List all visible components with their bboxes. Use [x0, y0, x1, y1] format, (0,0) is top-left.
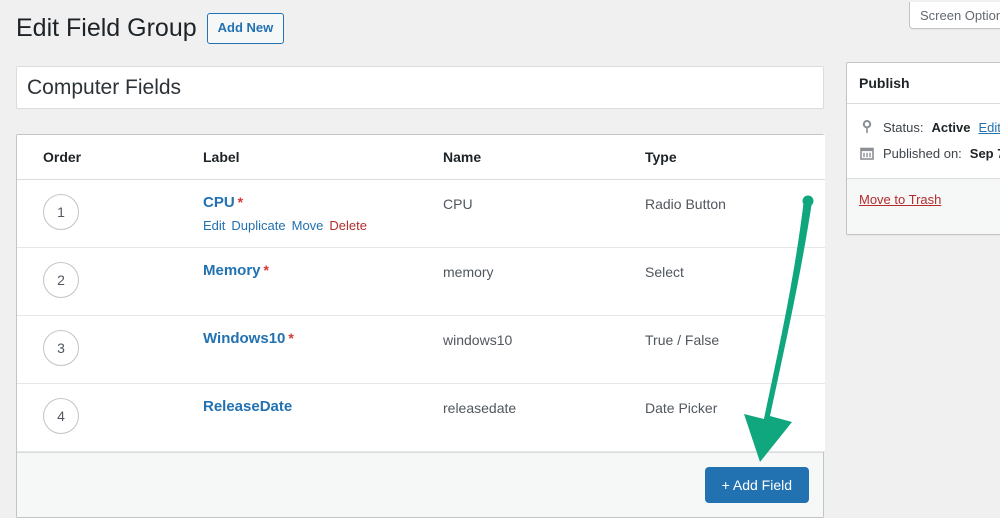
publish-status-value: Active: [931, 120, 970, 135]
required-asterisk: *: [238, 194, 243, 210]
field-type-value: Select: [645, 262, 815, 280]
table-row[interactable]: 1 CPU* EditDuplicateMoveDelete CPU Radio…: [17, 180, 825, 248]
row-action-edit[interactable]: Edit: [203, 218, 225, 233]
fields-table-footer: + Add Field: [17, 452, 823, 517]
name-cell: windows10: [433, 316, 635, 384]
field-name-value: memory: [443, 262, 625, 280]
table-row[interactable]: 2 Memory* EditDuplicateMoveDelete memory…: [17, 248, 825, 316]
calendar-icon: [859, 145, 875, 161]
label-cell: Memory* EditDuplicateMoveDelete: [193, 248, 433, 316]
field-name-value: releasedate: [443, 398, 625, 416]
field-label-link[interactable]: Windows10: [203, 330, 285, 347]
required-asterisk: *: [264, 262, 269, 278]
publish-panel-body: Status: Active Edit Published on: Sep 7: [847, 104, 1000, 178]
order-cell: 1: [17, 180, 193, 248]
column-header-order: Order: [17, 135, 193, 180]
row-action-move[interactable]: Move: [292, 218, 324, 233]
field-type-value: Radio Button: [645, 194, 815, 212]
field-name-value: CPU: [443, 194, 625, 212]
field-type-value: Date Picker: [645, 398, 815, 416]
publish-status-row: Status: Active Edit: [859, 114, 1000, 140]
row-actions: Edit Duplicate Move Delete: [203, 218, 423, 233]
type-cell: Radio Button: [635, 180, 825, 248]
screen-options-label: Screen Options: [920, 8, 1000, 23]
add-field-button[interactable]: + Add Field: [705, 467, 809, 503]
publish-status-label: Status:: [883, 120, 923, 135]
field-type-value: True / False: [645, 330, 815, 348]
screen-options-tab[interactable]: Screen Options: [909, 2, 1000, 29]
column-header-name: Name: [433, 135, 635, 180]
field-group-fields-panel: Order Label Name Type 1 CPU* EditDuplica…: [16, 134, 824, 518]
type-cell: True / False: [635, 316, 825, 384]
name-cell: CPU: [433, 180, 635, 248]
label-cell: CPU* Edit Duplicate Move Delete: [193, 180, 433, 248]
order-cell: 4: [17, 384, 193, 452]
order-badge[interactable]: 4: [43, 398, 79, 434]
required-asterisk: *: [288, 330, 293, 346]
publish-panel: Publish Status: Active Edit: [846, 62, 1000, 235]
row-action-delete[interactable]: Delete: [329, 218, 367, 233]
field-label-link[interactable]: ReleaseDate: [203, 398, 292, 415]
publish-date-row: Published on: Sep 7: [859, 140, 1000, 166]
label-cell: ReleaseDate EditDuplicateMoveDelete: [193, 384, 433, 452]
fields-table-body: 1 CPU* EditDuplicateMoveDelete CPU Radio…: [17, 180, 825, 452]
order-badge[interactable]: 3: [43, 330, 79, 366]
fields-table: Order Label Name Type 1 CPU* EditDuplica…: [17, 135, 825, 452]
add-new-button[interactable]: Add New: [207, 13, 285, 44]
move-to-trash-link[interactable]: Move to Trash: [859, 192, 941, 207]
type-cell: Select: [635, 248, 825, 316]
field-label-link[interactable]: CPU: [203, 194, 235, 211]
label-cell: Windows10* EditDuplicateMoveDelete: [193, 316, 433, 384]
name-cell: memory: [433, 248, 635, 316]
fields-table-head: Order Label Name Type: [17, 135, 825, 180]
column-header-type: Type: [635, 135, 825, 180]
publish-panel-footer: Move to Trash: [847, 178, 1000, 234]
type-cell: Date Picker: [635, 384, 825, 452]
order-badge[interactable]: 2: [43, 262, 79, 298]
order-cell: 3: [17, 316, 193, 384]
table-row[interactable]: 4 ReleaseDate EditDuplicateMoveDelete re…: [17, 384, 825, 452]
name-cell: releasedate: [433, 384, 635, 452]
row-action-duplicate[interactable]: Duplicate: [231, 218, 285, 233]
publish-status-edit-link[interactable]: Edit: [979, 120, 1000, 135]
table-header-row: Order Label Name Type: [17, 135, 825, 180]
page-header: Edit Field Group Add New: [16, 12, 284, 45]
publish-panel-heading: Publish: [847, 63, 1000, 104]
publish-date-label: Published on:: [883, 146, 962, 161]
table-row[interactable]: 3 Windows10* EditDuplicateMoveDelete win…: [17, 316, 825, 384]
order-cell: 2: [17, 248, 193, 316]
order-badge[interactable]: 1: [43, 194, 79, 230]
page-title: Edit Field Group: [16, 12, 197, 45]
field-name-value: windows10: [443, 330, 625, 348]
field-group-title-input[interactable]: [16, 66, 824, 109]
publish-date-value: Sep 7: [970, 146, 1000, 161]
field-label-link[interactable]: Memory: [203, 262, 261, 279]
column-header-label: Label: [193, 135, 433, 180]
pin-icon: [859, 119, 875, 135]
